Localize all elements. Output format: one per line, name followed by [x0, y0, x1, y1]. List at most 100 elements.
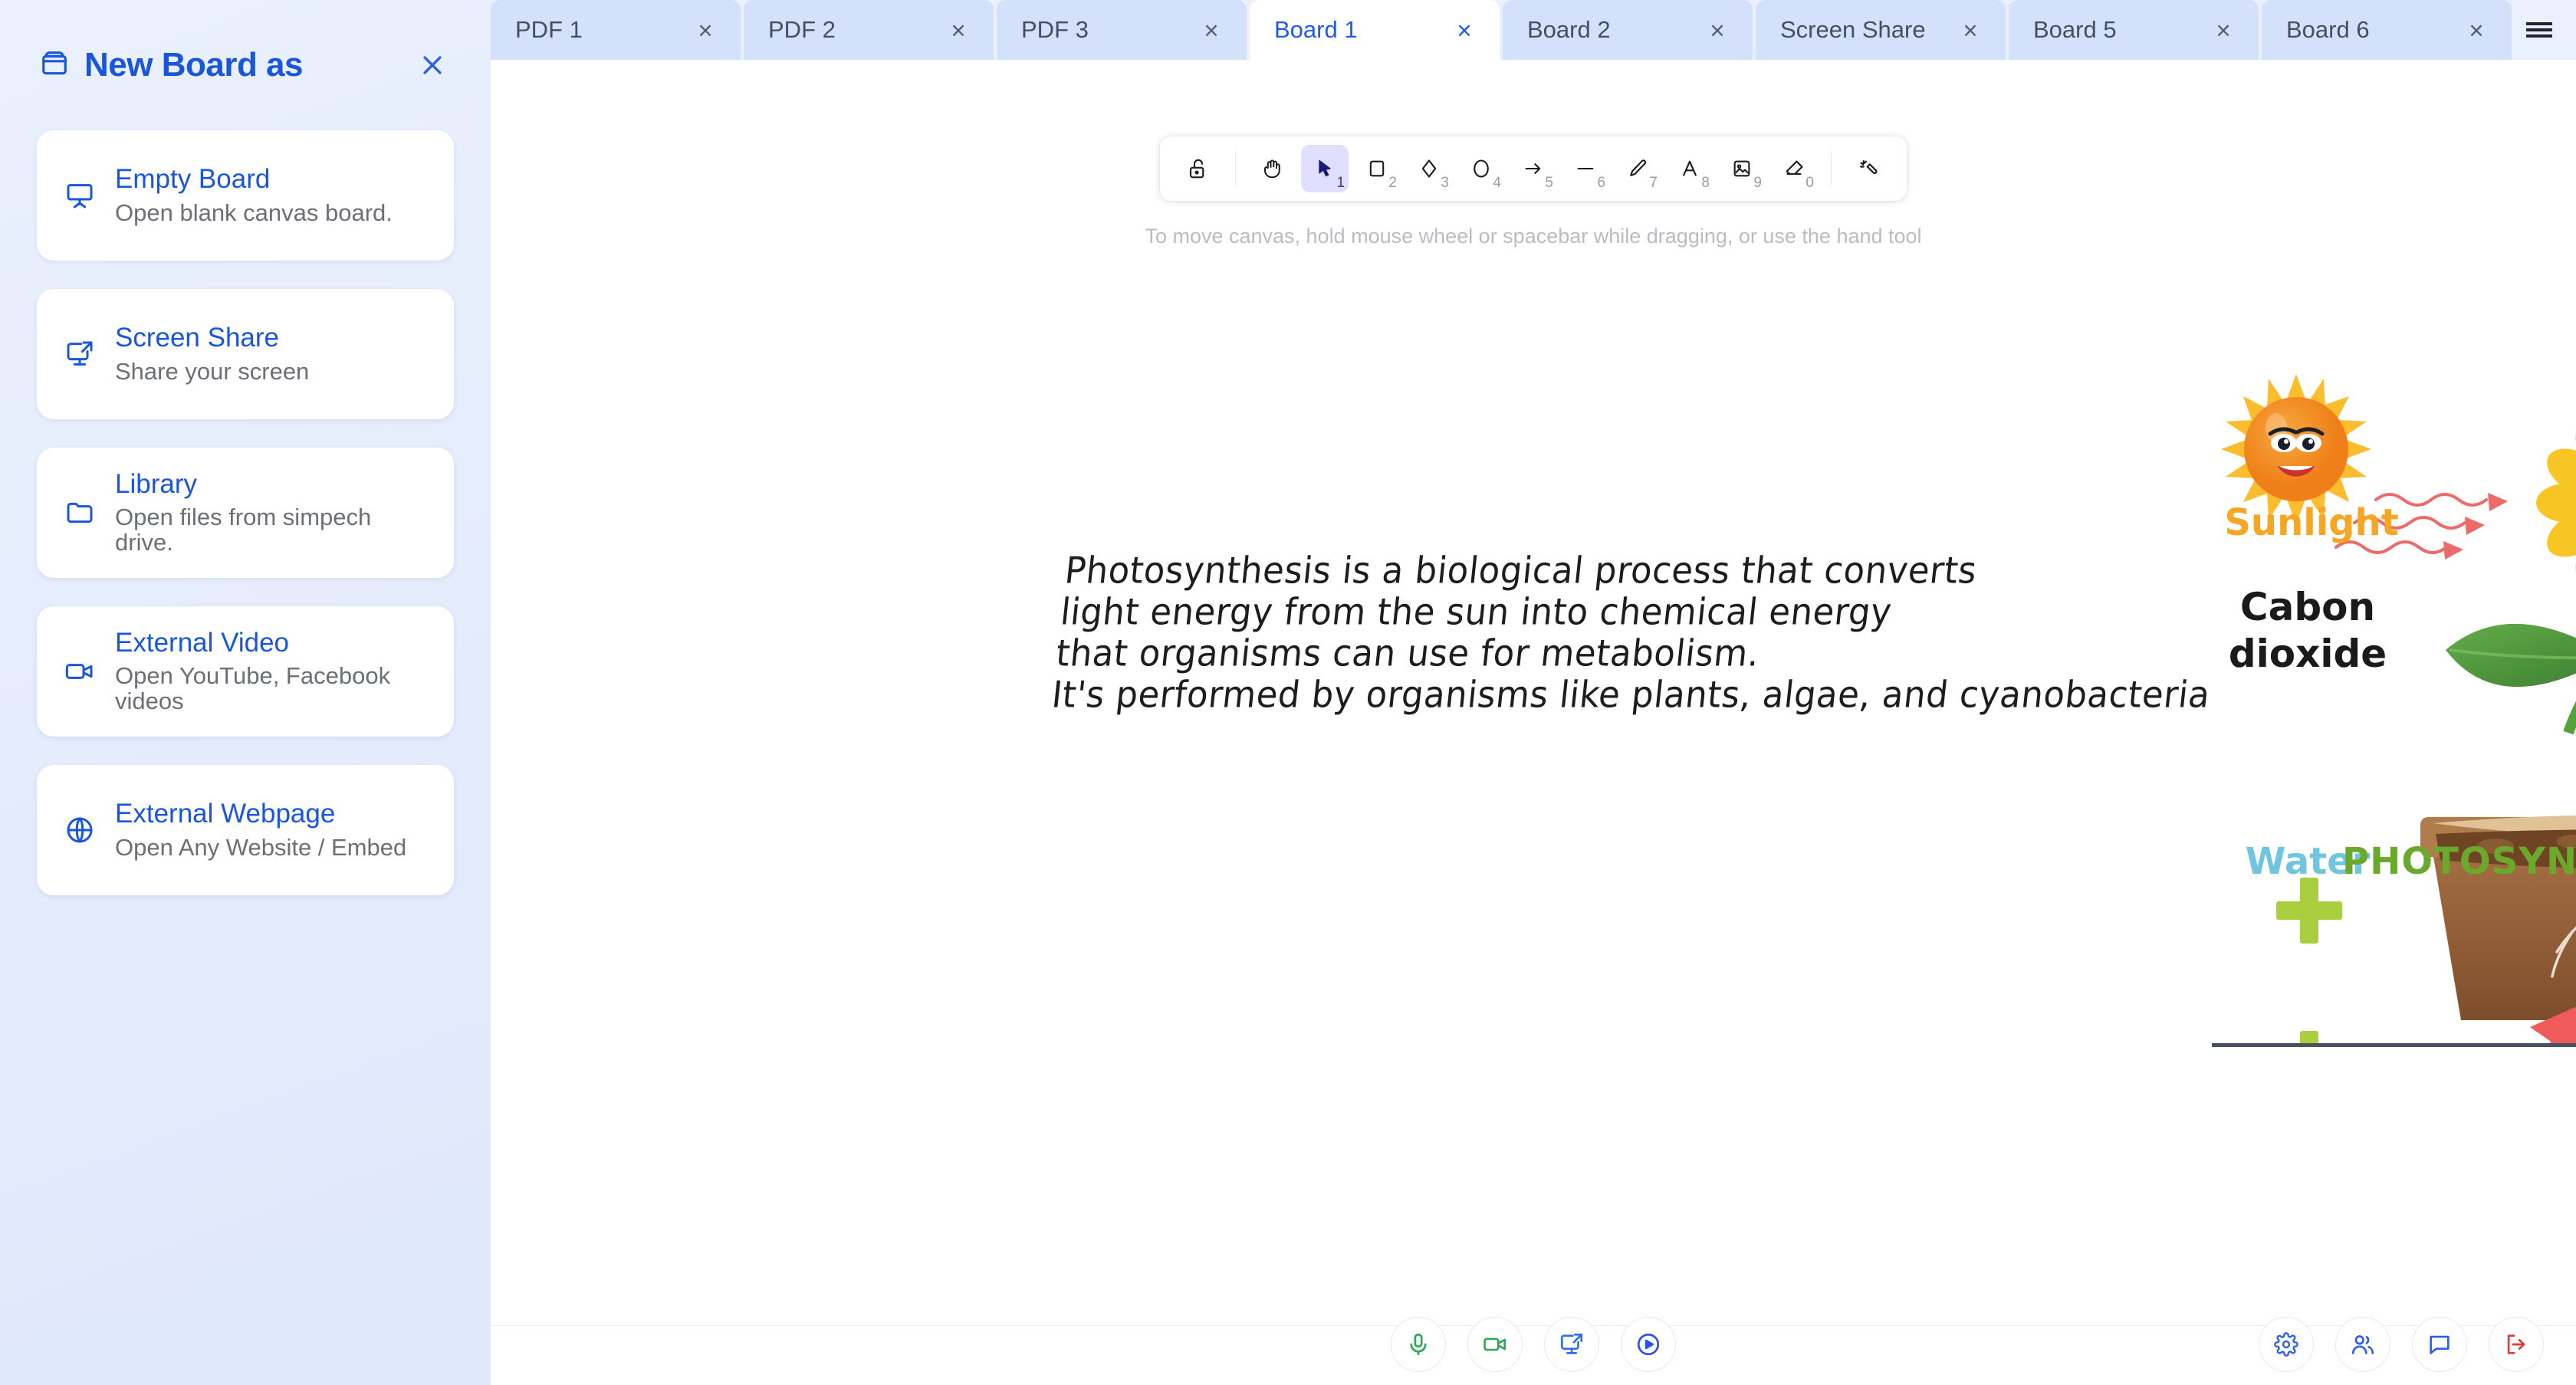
share-screen-button[interactable]: [1544, 1317, 1599, 1372]
rectangle-icon[interactable]: 2: [1353, 145, 1401, 192]
session-controls: [2259, 1317, 2544, 1372]
video-camera-icon: [1484, 1337, 1506, 1351]
toolbar-divider: [1235, 152, 1236, 185]
sidebar-item-desc: Open files from simpech drive.: [115, 504, 372, 556]
tab-label: Board 6: [2286, 16, 2370, 43]
selection-icon[interactable]: 1: [1301, 145, 1349, 192]
presentation-icon: [64, 180, 115, 211]
toolbar-divider: [1831, 152, 1832, 185]
figure-label-carbon-dioxide-1: Cabon: [2239, 585, 2376, 629]
image-icon[interactable]: 9: [1718, 145, 1766, 192]
chat-button[interactable]: [2412, 1317, 2467, 1372]
figure-baseline: [2212, 1043, 2576, 1047]
tab-label: Board 1: [1274, 16, 1358, 43]
close-icon[interactable]: ×: [2208, 15, 2239, 45]
tab-board-6[interactable]: Board 6 ×: [2262, 0, 2512, 60]
drawing-toolbar: 1 2 3 4 5 6 7 8 9 0: [1160, 136, 1907, 201]
new-board-sidebar: New Board as Empty Board Open blank canv…: [0, 0, 491, 1385]
record-icon: [1637, 1333, 1660, 1356]
sidebar-item-text: Library Open files from simpech drive.: [115, 468, 431, 556]
settings-button[interactable]: [2259, 1317, 2314, 1372]
lock-icon[interactable]: [1175, 145, 1222, 192]
tab-board-1[interactable]: Board 1 ×: [1250, 0, 1500, 60]
tab-strip: PDF 1 × PDF 2 × PDF 3 × Board 1 × Board …: [491, 0, 2576, 60]
sidebar-item-external-video[interactable]: External Video Open YouTube, Facebook vi…: [37, 606, 454, 737]
sidebar-title-group: New Board as: [40, 46, 411, 84]
tab-screen-share[interactable]: Screen Share ×: [1756, 0, 2006, 60]
sidebar-item-title: External Video: [115, 627, 290, 658]
bottom-toolbar: [491, 1317, 2576, 1385]
photosynthesis-diagram[interactable]: Sunlight Cabon dioxide Water PHOTOSYNTHE…: [2212, 365, 2576, 1292]
screen-share-icon: [1560, 1333, 1583, 1354]
whiteboard-canvas[interactable]: Photosynthesis is a biological process t…: [491, 60, 2576, 1325]
tab-pdf-2[interactable]: PDF 2 ×: [744, 0, 994, 60]
close-icon[interactable]: ×: [690, 15, 721, 45]
sidebar-item-desc: Share your screen: [115, 357, 310, 385]
tab-label: Board 5: [2033, 16, 2117, 43]
microphone-icon: [1410, 1333, 1427, 1356]
close-icon[interactable]: ×: [1702, 15, 1733, 45]
hand-icon[interactable]: [1249, 145, 1296, 192]
tool-shortcut: 9: [1753, 175, 1762, 191]
handwritten-note[interactable]: Photosynthesis is a biological process t…: [1050, 549, 2236, 716]
microphone-button[interactable]: [1391, 1317, 1446, 1372]
sidebar-item-text: External Video Open YouTube, Facebook vi…: [115, 629, 431, 714]
camera-button[interactable]: [1467, 1317, 1523, 1372]
sidebar-item-text: Empty Board Open blank canvas board.: [115, 165, 393, 226]
tab-board-2[interactable]: Board 2 ×: [1503, 0, 1753, 60]
chat-icon: [2430, 1335, 2450, 1354]
tool-shortcut: 1: [1336, 175, 1345, 191]
sidebar-item-title: Screen Share: [115, 322, 280, 353]
tab-label: Board 2: [1527, 16, 1611, 43]
tab-label: PDF 1: [515, 16, 583, 43]
close-icon[interactable]: ×: [1196, 15, 1227, 45]
media-controls: [1391, 1317, 1676, 1372]
line-icon[interactable]: 6: [1562, 145, 1609, 192]
figure-label-carbon-dioxide-2: dioxide: [2228, 632, 2387, 676]
close-sidebar-button[interactable]: [411, 44, 454, 87]
page-title: New Board as: [84, 46, 303, 84]
diamond-icon[interactable]: 3: [1405, 145, 1453, 192]
close-icon[interactable]: ×: [1449, 15, 1480, 45]
figure-label-photosynthesis: PHOTOSYNTHESIS: [2342, 840, 2576, 883]
close-icon[interactable]: ×: [1955, 15, 1986, 45]
arrow-icon[interactable]: 5: [1510, 145, 1557, 192]
eraser-icon[interactable]: 0: [1770, 145, 1818, 192]
sidebar-item-title: Library: [115, 468, 197, 499]
tab-board-5[interactable]: Board 5 ×: [2009, 0, 2259, 60]
gear-icon: [2274, 1332, 2298, 1357]
sidebar-item-library[interactable]: Library Open files from simpech drive.: [37, 448, 454, 578]
pencil-icon[interactable]: 7: [1614, 145, 1661, 192]
tool-shortcut: 6: [1597, 175, 1605, 191]
close-icon[interactable]: ×: [943, 15, 974, 45]
sidebar-item-external-webpage[interactable]: External Webpage Open Any Website / Embe…: [37, 765, 454, 895]
photosynthesis-illustration: [2221, 374, 2576, 1292]
sidebar-item-desc: Open YouTube, Facebook videos: [115, 662, 391, 714]
close-icon[interactable]: ×: [2461, 15, 2492, 45]
tool-shortcut: 8: [1701, 175, 1710, 191]
screen-share-icon: [64, 339, 115, 369]
text-icon[interactable]: 8: [1666, 145, 1714, 192]
record-button[interactable]: [1621, 1317, 1676, 1372]
ellipse-icon[interactable]: 4: [1457, 145, 1505, 192]
magic-wand-icon[interactable]: [1845, 145, 1892, 192]
canvas-hint-text: To move canvas, hold mouse wheel or spac…: [1145, 225, 1922, 248]
close-icon: [423, 56, 442, 74]
sidebar-item-screen-share[interactable]: Screen Share Share your screen: [37, 289, 454, 419]
board-icon: [40, 49, 69, 82]
tool-shortcut: 3: [1441, 175, 1449, 191]
sidebar-item-desc: Open blank canvas board.: [115, 199, 393, 226]
video-camera-icon: [64, 656, 115, 687]
tool-shortcut: 5: [1545, 175, 1553, 191]
app-root: New Board as Empty Board Open blank canv…: [0, 0, 2576, 1385]
tool-shortcut: 2: [1388, 175, 1397, 191]
leave-button[interactable]: [2489, 1317, 2544, 1372]
hamburger-menu-icon[interactable]: [2516, 0, 2562, 60]
tab-pdf-3[interactable]: PDF 3 ×: [997, 0, 1247, 60]
sidebar-item-empty-board[interactable]: Empty Board Open blank canvas board.: [37, 130, 454, 261]
sidebar-item-text: Screen Share Share your screen: [115, 322, 310, 385]
tab-label: Screen Share: [1780, 16, 1926, 43]
tab-pdf-1[interactable]: PDF 1 ×: [491, 0, 741, 60]
participants-button[interactable]: [2335, 1317, 2390, 1372]
sidebar-item-desc: Open Any Website / Embed: [115, 833, 407, 861]
